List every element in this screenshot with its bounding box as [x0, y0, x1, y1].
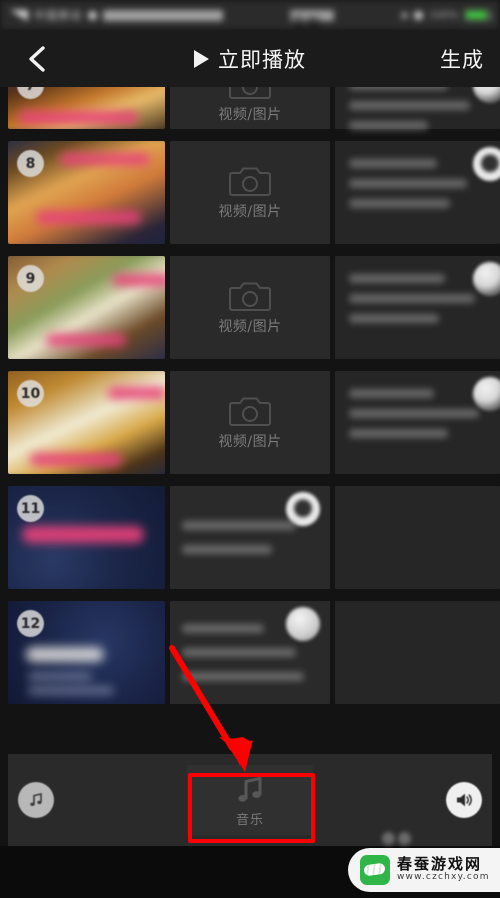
blurred-dots — [382, 832, 422, 846]
music-button[interactable]: 音乐 — [187, 765, 313, 835]
media-placeholder-label: 视频/图片 — [218, 318, 282, 335]
censor-bar — [60, 153, 150, 165]
media-placeholder-label: 视频/图片 — [218, 107, 282, 123]
record-circle-icon[interactable] — [473, 262, 500, 296]
caption-line — [349, 294, 476, 303]
clock-label: 下午 — [290, 9, 335, 33]
caption-line — [349, 429, 448, 438]
carrier-label: 中国移动 — [34, 9, 82, 22]
caption-cell[interactable] — [170, 601, 330, 704]
table-row[interactable]: 9 视频/图片 — [0, 250, 500, 365]
caption-line — [349, 274, 445, 283]
caption-line — [349, 101, 470, 110]
caption-cell[interactable] — [170, 486, 330, 589]
clip-index-badge: 8 — [17, 150, 44, 177]
censor-bar — [28, 687, 114, 694]
battery-icon — [464, 9, 492, 21]
censor-bar — [26, 647, 104, 662]
volume-glyph-icon — [457, 793, 472, 807]
caption-line — [182, 521, 297, 530]
clip-thumbnail[interactable]: 11 — [8, 486, 165, 589]
camera-icon — [229, 397, 271, 426]
chevron-left-icon — [29, 45, 45, 72]
caption-cell-empty[interactable] — [335, 601, 500, 704]
watermark-title: 春蚕游戏网 — [397, 855, 483, 874]
clip-index-badge: 10 — [17, 380, 44, 407]
censor-bar — [22, 526, 144, 543]
status-bar-blur-left — [103, 9, 223, 21]
record-circle-icon[interactable] — [473, 147, 500, 181]
clip-thumbnail[interactable]: 12 — [8, 601, 165, 704]
caption-line — [349, 409, 480, 418]
record-circle-icon[interactable] — [473, 377, 500, 411]
media-placeholder-label: 视频/图片 — [218, 203, 282, 220]
table-row[interactable]: 12 — [0, 595, 500, 710]
censor-bar — [18, 111, 138, 124]
app-header: 立即播放 生成 — [0, 30, 500, 87]
media-placeholder-cell[interactable]: 视频/图片 — [170, 256, 330, 359]
watermark-text: 春蚕游戏网 www.czchxy.com — [397, 857, 490, 882]
censor-bar — [112, 274, 165, 286]
caption-line — [182, 624, 264, 633]
caption-line — [349, 389, 434, 398]
back-button[interactable] — [16, 38, 58, 80]
caption-line — [349, 314, 440, 323]
wifi-icon — [88, 10, 97, 20]
table-row[interactable]: 8 视频/图片 — [0, 135, 500, 250]
music-note-icon — [238, 776, 262, 802]
clip-thumbnail[interactable]: 10 — [8, 371, 165, 474]
play-triangle-icon — [194, 49, 209, 68]
clip-thumbnail[interactable]: 9 — [8, 256, 165, 359]
page-title: 立即播放 — [218, 47, 306, 72]
music-note-circle-icon[interactable] — [18, 782, 54, 818]
status-bar-right: 100% — [401, 9, 492, 21]
watermark-url: www.czchxy.com — [397, 872, 490, 883]
clip-index-badge: 11 — [17, 495, 44, 522]
caption-line — [349, 179, 467, 188]
bluetooth-icon — [414, 10, 424, 20]
battery-percent-label: 100% — [429, 9, 458, 21]
censor-bar — [28, 673, 92, 680]
censor-bar — [46, 334, 126, 346]
censor-bar — [108, 387, 165, 399]
record-circle-icon[interactable] — [286, 607, 320, 641]
app-screen: 中国移动 下午 100% 立即播放 生成 视频/图片 8 视频/图片 9 视频/… — [0, 0, 500, 898]
signal-icon — [10, 9, 28, 21]
caption-cell[interactable] — [335, 141, 500, 244]
caption-line — [182, 672, 305, 681]
caption-line — [182, 545, 272, 554]
status-bar: 中国移动 下午 100% — [0, 0, 500, 33]
generate-button[interactable]: 生成 — [440, 44, 484, 74]
caption-line — [349, 121, 429, 130]
caption-cell[interactable] — [335, 371, 500, 474]
media-placeholder-cell[interactable]: 视频/图片 — [170, 371, 330, 474]
site-watermark: 春蚕游戏网 www.czchxy.com — [348, 848, 500, 892]
censor-bar — [30, 453, 122, 466]
camera-icon — [229, 282, 271, 311]
volume-circle-icon[interactable] — [446, 782, 482, 818]
media-placeholder-label: 视频/图片 — [218, 433, 282, 450]
music-note-glyph-icon — [30, 792, 42, 806]
caption-line — [349, 199, 451, 208]
caption-line — [349, 159, 437, 168]
music-button-label: 音乐 — [235, 812, 264, 828]
clip-thumbnail[interactable]: 8 — [8, 141, 165, 244]
censor-bar — [36, 211, 141, 224]
table-row[interactable]: 10 视频/图片 — [0, 365, 500, 480]
game-logo-icon — [360, 855, 390, 885]
camera-icon — [229, 167, 271, 196]
caption-cell-empty[interactable] — [335, 486, 500, 589]
status-bar-left: 中国移动 — [10, 7, 223, 23]
caption-line — [182, 648, 297, 657]
alarm-icon — [401, 11, 409, 19]
play-now-group: 立即播放 — [0, 30, 500, 87]
clip-index-badge: 9 — [17, 265, 44, 292]
table-row[interactable]: 11 — [0, 480, 500, 595]
caption-cell[interactable] — [335, 256, 500, 359]
clip-index-badge: 12 — [17, 610, 44, 637]
media-placeholder-cell[interactable]: 视频/图片 — [170, 141, 330, 244]
